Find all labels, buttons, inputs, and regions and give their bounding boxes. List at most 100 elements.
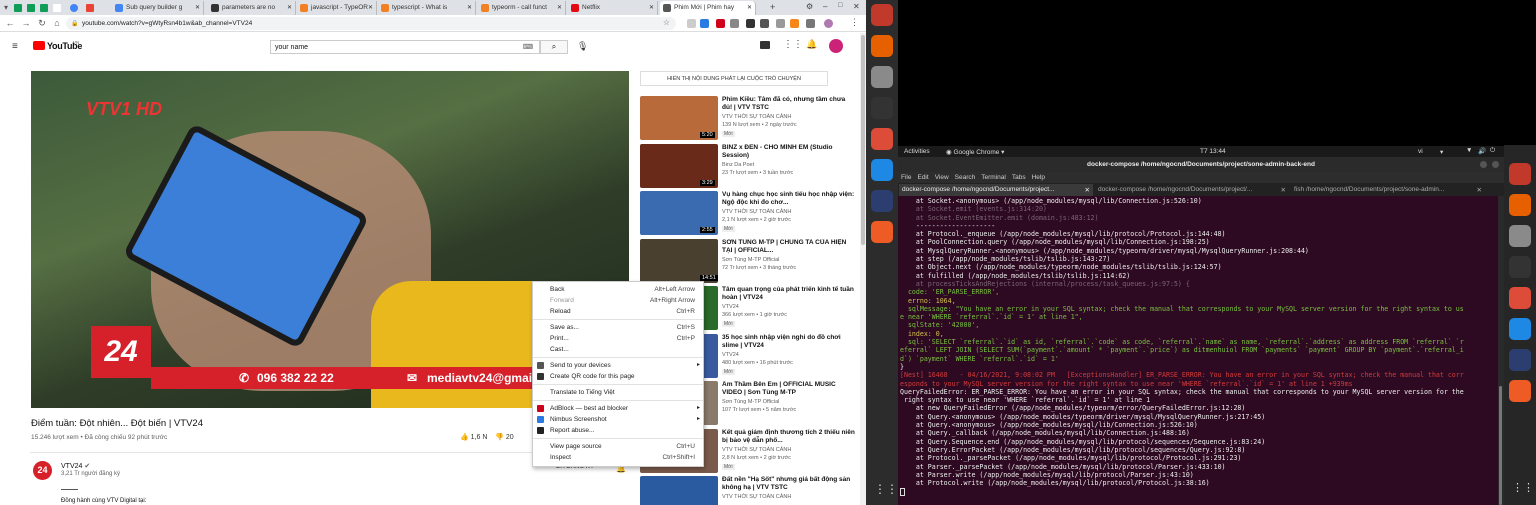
scrollbar-thumb[interactable] [861,35,865,245]
tab[interactable]: typeorm - call funct ✕ [478,1,566,15]
tab[interactable]: typescript - What is ✕ [378,1,476,15]
chrome-icon[interactable] [1509,287,1531,309]
wifi-icon[interactable]: ▼ [1466,147,1472,154]
recommendation-item[interactable]: 14:51 SƠN TÙNG M-TP | CHÚNG TA CỦA HIỆN T… [640,238,860,284]
close-icon[interactable]: ✕ [747,4,752,11]
close-icon[interactable]: ✕ [557,4,562,11]
menu-kebab-icon[interactable]: ⋮ [850,17,859,28]
new-tab-button[interactable]: + [770,2,775,12]
terminal-output[interactable]: at Socket.<anonymous> (/app/node_modules… [898,196,1498,505]
sheets-icon[interactable] [27,4,35,12]
menu-terminal[interactable]: Terminal [981,174,1006,181]
close-icon[interactable]: ✕ [1477,186,1482,194]
chat-replay-button[interactable]: HIỂN THỊ NỘI DUNG PHÁT LẠI CUỘC TRÒ CHUY… [640,71,828,86]
chrome-icon[interactable] [871,128,893,150]
avatar[interactable] [824,19,833,28]
network-icon[interactable] [871,190,893,212]
menu-file[interactable]: File [901,174,911,181]
video-title[interactable]: Vụ hàng chục học sinh tiểu học nhập viện… [722,191,857,207]
clock[interactable]: T7 13:44 [1200,148,1226,155]
menu-item[interactable]: View page source Ctrl+U [533,441,703,452]
recommendation-item[interactable]: 5:20 Phim Kiều: Tâm đã có, nhưng tầm chưa… [640,96,860,141]
menu-item[interactable]: AdBlock — best ad blocker ▸ [533,403,703,414]
postman-icon[interactable] [871,221,893,243]
metamask-icon[interactable] [790,19,799,28]
create-video-icon[interactable] [760,41,770,49]
youtube-logo-icon[interactable] [33,41,45,50]
extension-icon[interactable] [746,19,755,28]
show-apps-icon[interactable]: ⋮⋮⋮ [1512,481,1536,494]
menu-item[interactable]: Back Alt+Left Arrow [533,284,703,295]
menu-item[interactable]: Forward Alt+Right Arrow [533,295,703,306]
video-title[interactable]: Kết quả giám định thương tích 2 thiếu ni… [722,429,857,445]
mic-icon[interactable]: 🎙 [577,41,588,52]
menu-help[interactable]: Help [1032,174,1045,181]
thumb-down-icon[interactable]: 👎 [495,434,504,441]
gear-icon[interactable]: ⚙ [806,2,813,11]
close-icon[interactable] [1492,161,1499,168]
dislike-count[interactable]: 20 [506,434,514,441]
terminal-tab[interactable]: fish /home/ngocnd/Documents/project/sone… [1291,184,1485,196]
activities-button[interactable]: Activities [904,148,930,155]
avatar[interactable] [829,39,843,53]
adblock-icon[interactable] [716,19,725,28]
files-icon[interactable] [1509,225,1531,247]
tab-search-icon[interactable]: ▾ [4,3,8,12]
video-title[interactable]: SƠN TÙNG M-TP | CHÚNG TA CỦA HIỆN TẠI | … [722,239,857,255]
sheets-icon[interactable] [14,4,22,12]
video-thumbnail[interactable] [640,476,718,505]
flag-icon[interactable] [86,4,94,12]
menu-item[interactable]: Save as... Ctrl+S [533,322,703,333]
app-menu[interactable]: ◉ Google Chrome ▾ [946,148,1004,156]
recommendation-item[interactable]: 2:55 Vụ hàng chục học sinh tiểu học nhập … [640,191,860,236]
menu-item[interactable]: Create QR code for this page [533,371,703,382]
menu-view[interactable]: View [935,174,949,181]
vscode-icon[interactable] [871,159,893,181]
channel-avatar[interactable]: 24 [33,461,52,480]
keyboard-icon[interactable]: ⌨ [523,43,533,51]
bell-icon[interactable]: 🔔 [806,39,817,50]
like-count[interactable]: 1,6 N [471,434,488,441]
files-icon[interactable] [871,66,893,88]
video-title[interactable]: Phim Kiều: Tâm đã có, nhưng tầm chưa đủ!… [722,96,857,112]
extension-icon[interactable] [730,19,739,28]
menu-item[interactable]: Translate to Tiếng Việt [533,387,703,398]
menu-item[interactable]: Nimbus Screenshot ▸ [533,414,703,425]
scrollbar-thumb[interactable] [1499,386,1502,505]
system-menu-icon[interactable]: ▾ [1440,148,1443,156]
video-title[interactable]: Đất nền "Hạ Sốt" nhưng giá bất động sản … [722,476,857,492]
volume-icon[interactable]: 🔊 [1478,147,1486,155]
menu-item[interactable]: Report abuse... [533,425,703,436]
search-input[interactable]: your name ⌨ [270,40,540,54]
close-icon[interactable]: ✕ [1085,186,1090,194]
star-icon[interactable]: ☆ [663,18,670,27]
recommendation-item[interactable]: 3:29 BINZ x ĐEN - CHO MÌNH EM (Studio Ses… [640,143,860,189]
terminal-tab[interactable]: docker-compose /home/ngocnd/Documents/pr… [1095,184,1289,196]
menu-search[interactable]: Search [955,174,976,181]
minimize-button[interactable] [1480,161,1487,168]
video-title[interactable]: BINZ x ĐEN - CHO MÌNH EM (Studio Session… [722,144,857,160]
terminal-tab[interactable]: docker-compose /home/ngocnd/Documents/pr… [899,184,1093,196]
video-title[interactable]: 35 học sinh nhập viện nghi do đồ chơi sl… [722,334,857,350]
menu-item[interactable]: Cast... [533,344,703,355]
tab[interactable]: Netflix ✕ [568,1,658,15]
puzzle-icon[interactable] [806,19,815,28]
extension-icon[interactable] [760,19,769,28]
menu-edit[interactable]: Edit [917,174,928,181]
settings-icon[interactable] [1509,163,1531,185]
close-icon[interactable]: ✕ [368,4,373,11]
menu-item[interactable]: Inspect Ctrl+Shift+I [533,452,703,463]
terminal-icon[interactable] [871,97,893,119]
terminal-icon[interactable] [1509,256,1531,278]
close-icon[interactable]: ✕ [467,4,472,11]
close-icon[interactable]: ✕ [195,4,200,11]
extension-icon[interactable] [776,19,785,28]
hamburger-icon[interactable]: ≡ [12,41,18,52]
apps-grid-icon[interactable]: ⋮⋮ [783,39,803,50]
vscode-icon[interactable] [1509,318,1531,340]
close-icon[interactable]: ✕ [649,4,654,11]
input-language[interactable]: vi [1418,148,1423,155]
back-icon[interactable]: ← [4,18,16,28]
sheets-icon[interactable] [40,4,48,12]
video-title[interactable]: Âm Thầm Bên Em | OFFICIAL MUSIC VIDEO | … [722,381,857,397]
